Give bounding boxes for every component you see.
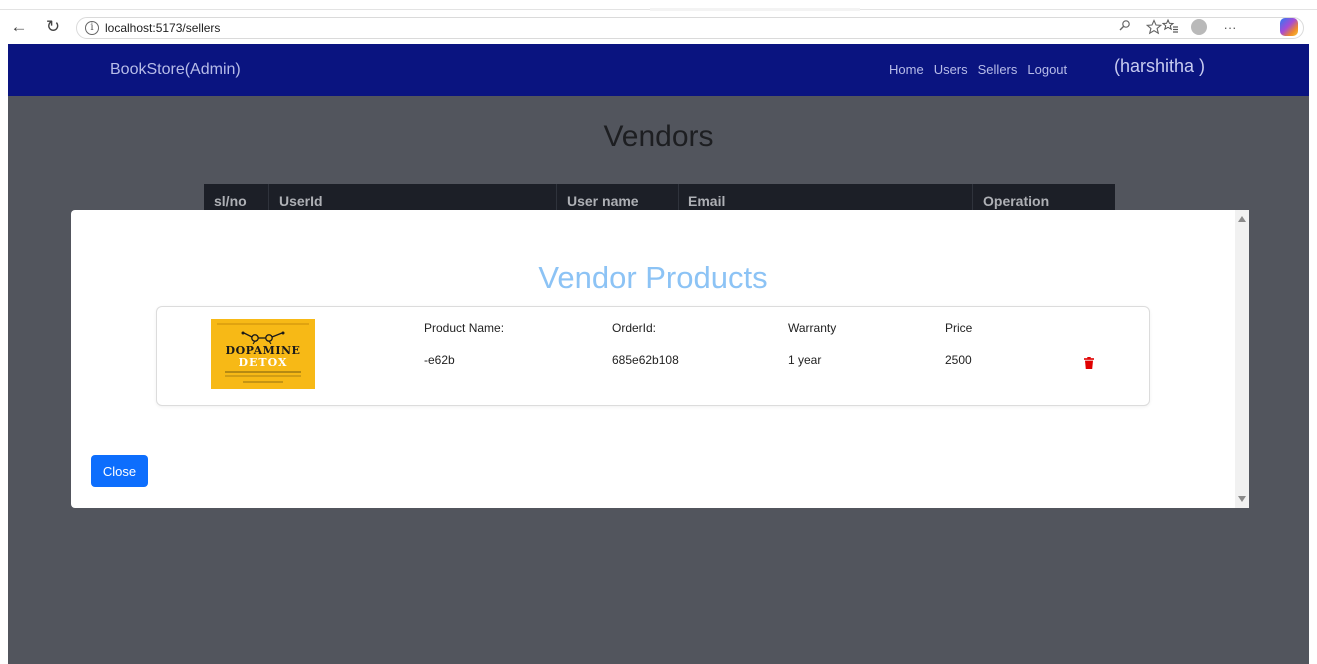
- back-icon[interactable]: ←: [8, 16, 30, 38]
- active-tab-edge: [650, 8, 860, 11]
- browser-toolbar: ← ↻ i localhost:5173/sellers ···: [0, 0, 1317, 44]
- cover-decoration: [217, 323, 309, 325]
- profile-avatar-icon[interactable]: [1191, 19, 1207, 35]
- cover-title-line-2: DETOX: [238, 356, 288, 369]
- current-user: (harshitha ): [1114, 56, 1206, 76]
- warranty-label: Warranty: [788, 321, 837, 335]
- cover-decoration: [243, 381, 283, 383]
- close-button[interactable]: Close: [91, 455, 148, 487]
- app-navbar: BookStore(Admin) Home Users Sellers Logo…: [8, 44, 1309, 96]
- vendor-products-modal: Vendor Products DOPAMINE DETOX Product N…: [71, 210, 1249, 508]
- scroll-down-arrow-icon[interactable]: [1238, 496, 1246, 502]
- price-value: 2500: [945, 353, 972, 367]
- column-divider: [678, 184, 679, 210]
- address-bar[interactable]: i localhost:5173/sellers: [76, 17, 1304, 39]
- nav-link-home[interactable]: Home: [889, 62, 924, 77]
- price-label: Price: [945, 321, 973, 335]
- column-divider: [556, 184, 557, 210]
- nav-link-logout[interactable]: Logout: [1027, 62, 1067, 77]
- more-icon[interactable]: ···: [1219, 18, 1241, 38]
- refresh-icon[interactable]: ↻: [42, 16, 64, 38]
- nav-links: Home Users Sellers Logout: [889, 62, 1067, 77]
- column-header-slno: sl/no: [214, 193, 247, 209]
- page-title: Vendors: [603, 120, 714, 153]
- column-header-userid: UserId: [279, 193, 323, 209]
- column-divider: [972, 184, 973, 210]
- vendors-table-header: sl/no UserId User name Email Operation: [204, 184, 1115, 210]
- brand-logo[interactable]: BookStore(Admin): [110, 61, 241, 79]
- url-text[interactable]: localhost:5173/sellers: [105, 21, 220, 35]
- column-header-operation: Operation: [983, 193, 1050, 209]
- modal-title: Vendor Products: [538, 260, 768, 295]
- product-cover-image[interactable]: DOPAMINE DETOX: [211, 319, 315, 389]
- column-header-username: User name: [567, 193, 639, 209]
- molecule-icon: [241, 331, 285, 345]
- trash-icon[interactable]: [1083, 357, 1095, 369]
- product-name-value: -e62b: [424, 353, 455, 367]
- read-aloud-icon[interactable]: [1117, 19, 1133, 39]
- warranty-value: 1 year: [788, 353, 822, 367]
- column-divider: [268, 184, 269, 210]
- nav-link-sellers[interactable]: Sellers: [978, 62, 1018, 77]
- order-id-label: OrderId:: [612, 321, 657, 335]
- copilot-icon[interactable]: [1280, 18, 1298, 36]
- modal-scrollbar[interactable]: [1235, 210, 1249, 508]
- scroll-up-arrow-icon[interactable]: [1238, 216, 1246, 222]
- site-info-icon[interactable]: i: [85, 21, 99, 35]
- cover-decoration: [225, 371, 301, 373]
- favorites-bar-icon[interactable]: [1161, 18, 1179, 38]
- column-header-email: Email: [688, 193, 726, 209]
- nav-link-users[interactable]: Users: [934, 62, 968, 77]
- order-id-value: 685e62b108: [612, 353, 679, 367]
- product-name-label: Product Name:: [424, 321, 505, 335]
- cover-decoration: [225, 375, 301, 377]
- product-card: DOPAMINE DETOX Product Name: -e62b Order…: [156, 306, 1150, 406]
